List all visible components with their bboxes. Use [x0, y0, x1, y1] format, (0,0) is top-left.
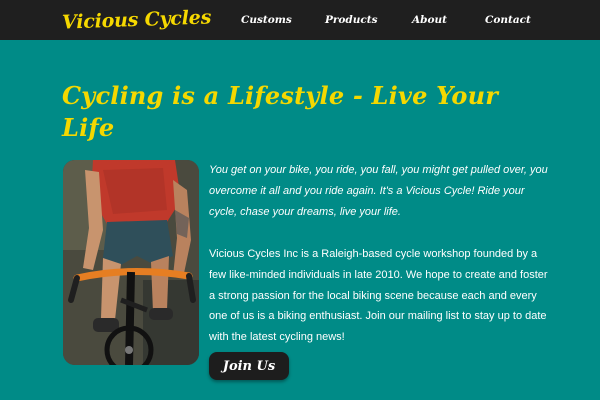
cyclist-photo [63, 160, 199, 365]
nav-links: Customs Products About Contact [0, 0, 600, 40]
nav-link-products[interactable]: Products [325, 14, 378, 26]
hero-headline: Cycling is a Lifestyle - Live Your Life [62, 81, 499, 142]
nav-link-contact[interactable]: Contact [485, 14, 531, 26]
nav-link-customs[interactable]: Customs [241, 14, 292, 26]
hero-copy: You get on your bike, you ride, you fall… [209, 160, 549, 348]
navbar: Vicious Cycles Customs Products About Co… [0, 0, 600, 40]
about-text: Vicious Cycles Inc is a Raleigh-based cy… [209, 247, 548, 344]
nav-link-about[interactable]: About [412, 14, 447, 26]
hero-intro: You get on your bike, you ride, you fall… [209, 164, 548, 218]
join-us-button[interactable]: Join Us [209, 352, 289, 380]
cyclist-illustration [63, 160, 199, 365]
